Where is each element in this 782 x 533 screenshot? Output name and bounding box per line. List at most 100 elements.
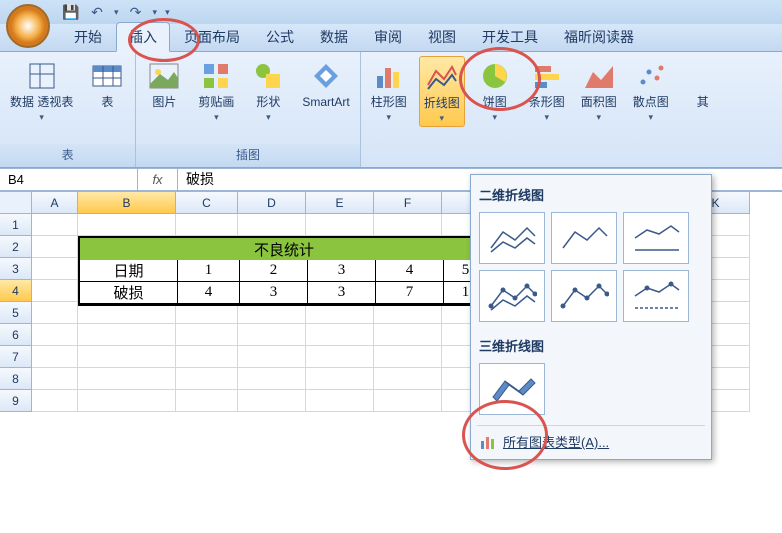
other-chart-button[interactable]: 其 xyxy=(681,56,725,112)
cell[interactable] xyxy=(32,346,78,368)
scatter-chart-button[interactable]: 散点图 ▾ xyxy=(629,56,673,125)
line-2d-option-4[interactable] xyxy=(479,270,545,322)
line-2d-option-2[interactable] xyxy=(551,212,617,264)
cell[interactable] xyxy=(238,324,306,346)
active-cell[interactable]: 破损 xyxy=(80,282,178,304)
tab-data[interactable]: 数据 xyxy=(308,23,360,51)
office-button[interactable] xyxy=(6,4,50,48)
cell[interactable] xyxy=(306,346,374,368)
col-header[interactable]: F xyxy=(374,192,442,214)
cell[interactable] xyxy=(176,346,238,368)
cell[interactable]: 3 xyxy=(240,282,308,304)
cell[interactable] xyxy=(176,390,238,412)
line-chart-button[interactable]: 折线图 ▾ xyxy=(419,56,465,127)
cell[interactable] xyxy=(238,390,306,412)
cell[interactable] xyxy=(32,368,78,390)
tab-review[interactable]: 审阅 xyxy=(362,23,414,51)
cell[interactable] xyxy=(32,390,78,412)
cell[interactable] xyxy=(374,214,442,236)
pivot-table-button[interactable]: 数据 透视表 ▾ xyxy=(6,56,77,125)
tab-foxit[interactable]: 福昕阅读器 xyxy=(552,23,646,51)
row-header[interactable]: 4 xyxy=(0,280,32,302)
col-header[interactable]: B xyxy=(78,192,176,214)
line-2d-option-3[interactable] xyxy=(623,212,689,264)
area-chart-button[interactable]: 面积图 ▾ xyxy=(577,56,621,125)
clipart-button[interactable]: 剪贴画 ▾ xyxy=(194,56,238,125)
cell[interactable] xyxy=(238,214,306,236)
line-2d-option-1[interactable] xyxy=(479,212,545,264)
cell[interactable] xyxy=(176,214,238,236)
cell[interactable] xyxy=(78,346,176,368)
cell[interactable]: 2 xyxy=(240,260,308,282)
tab-devtools[interactable]: 开发工具 xyxy=(470,23,550,51)
tab-home[interactable]: 开始 xyxy=(62,23,114,51)
tab-view[interactable]: 视图 xyxy=(416,23,468,51)
shapes-button[interactable]: 形状 ▾ xyxy=(246,56,290,125)
line-3d-option-1[interactable] xyxy=(479,363,545,415)
cell[interactable] xyxy=(32,280,78,302)
row-header[interactable]: 6 xyxy=(0,324,32,346)
col-header[interactable]: C xyxy=(176,192,238,214)
cell[interactable] xyxy=(374,368,442,390)
cell[interactable]: 4 xyxy=(178,282,240,304)
row-header[interactable]: 9 xyxy=(0,390,32,412)
chevron-down-icon[interactable]: ▾ xyxy=(153,7,158,18)
cell[interactable] xyxy=(78,324,176,346)
cell[interactable] xyxy=(32,324,78,346)
tab-insert[interactable]: 插入 xyxy=(116,22,170,52)
table-button[interactable]: 表 xyxy=(85,56,129,112)
cell[interactable] xyxy=(306,214,374,236)
cell[interactable] xyxy=(176,324,238,346)
row-header[interactable]: 7 xyxy=(0,346,32,368)
row-header[interactable]: 3 xyxy=(0,258,32,280)
col-header[interactable]: E xyxy=(306,192,374,214)
cell[interactable] xyxy=(32,214,78,236)
col-header[interactable]: A xyxy=(32,192,78,214)
cell[interactable] xyxy=(78,390,176,412)
column-chart-button[interactable]: 柱形图 ▾ xyxy=(367,56,411,125)
cell[interactable]: 3 xyxy=(308,282,376,304)
row-header[interactable]: 1 xyxy=(0,214,32,236)
row-header[interactable]: 2 xyxy=(0,236,32,258)
line-2d-option-5[interactable] xyxy=(551,270,617,322)
cell[interactable] xyxy=(78,368,176,390)
bar-chart-button[interactable]: 条形图 ▾ xyxy=(525,56,569,125)
fx-button[interactable]: fx xyxy=(138,168,178,191)
cell[interactable] xyxy=(374,324,442,346)
row-header[interactable]: 8 xyxy=(0,368,32,390)
cell[interactable] xyxy=(32,302,78,324)
pie-chart-button[interactable]: 饼图 ▾ xyxy=(473,56,517,125)
cell[interactable] xyxy=(374,390,442,412)
cell[interactable] xyxy=(306,324,374,346)
cell[interactable] xyxy=(32,258,78,280)
cell[interactable] xyxy=(176,368,238,390)
cell[interactable]: 3 xyxy=(308,260,376,282)
cell[interactable] xyxy=(306,368,374,390)
cell[interactable]: 日期 xyxy=(80,260,178,282)
cell[interactable] xyxy=(238,368,306,390)
name-box[interactable]: B4 xyxy=(0,168,138,191)
cell[interactable]: 7 xyxy=(376,282,444,304)
line-2d-option-6[interactable] xyxy=(623,270,689,322)
chevron-down-icon[interactable]: ▾ xyxy=(114,7,119,18)
cell[interactable] xyxy=(78,214,176,236)
tab-pagelayout[interactable]: 页面布局 xyxy=(172,23,252,51)
customize-chevron-icon[interactable]: ▾ xyxy=(165,7,170,18)
cell[interactable] xyxy=(306,390,374,412)
all-chart-types[interactable]: 所有图表类型(A)... xyxy=(477,425,705,453)
row-header[interactable]: 5 xyxy=(0,302,32,324)
tab-formulas[interactable]: 公式 xyxy=(254,23,306,51)
redo-icon[interactable]: ↷ xyxy=(127,3,145,21)
cell[interactable] xyxy=(32,236,78,258)
cell[interactable]: 1 xyxy=(178,260,240,282)
area-label: 面积图 xyxy=(581,96,617,110)
save-icon[interactable]: 💾 xyxy=(62,3,80,21)
cell[interactable] xyxy=(374,346,442,368)
smartart-button[interactable]: SmartArt xyxy=(298,56,353,112)
undo-icon[interactable]: ↶ xyxy=(88,3,106,21)
cell[interactable] xyxy=(238,346,306,368)
picture-button[interactable]: 图片 xyxy=(142,56,186,112)
cell[interactable]: 4 xyxy=(376,260,444,282)
col-header[interactable]: D xyxy=(238,192,306,214)
select-all-cell[interactable] xyxy=(0,192,32,214)
